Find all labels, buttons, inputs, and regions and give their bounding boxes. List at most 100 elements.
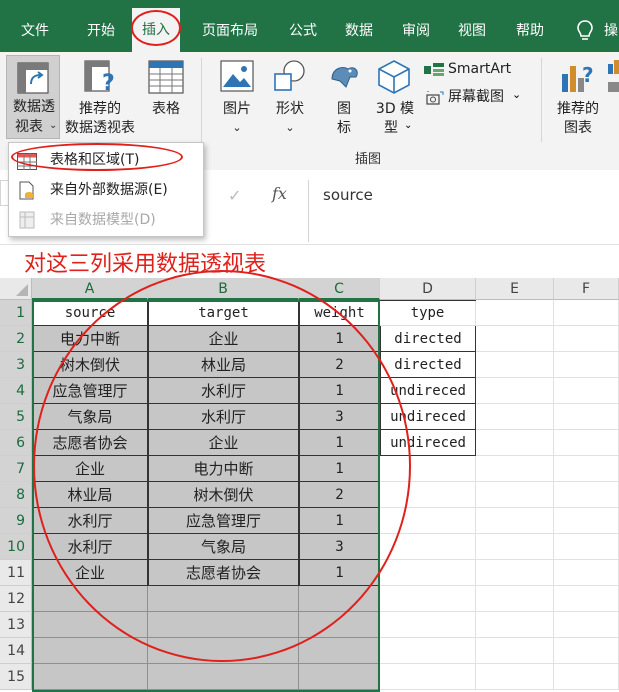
sheet-cell[interactable]: [148, 586, 299, 612]
sheet-cell[interactable]: [476, 300, 554, 326]
sheet-cell[interactable]: 1: [299, 378, 380, 404]
lightbulb-icon[interactable]: [576, 20, 594, 46]
sheet-cell[interactable]: [299, 586, 380, 612]
sheet-cell[interactable]: [476, 664, 554, 690]
row-header[interactable]: 7: [0, 456, 32, 482]
sheet-cell[interactable]: [476, 586, 554, 612]
sheet-cell[interactable]: [380, 560, 476, 586]
row-header[interactable]: 1: [0, 300, 32, 326]
sheet-cell[interactable]: [380, 508, 476, 534]
sheet-cell[interactable]: [380, 482, 476, 508]
sheet-cell[interactable]: [148, 664, 299, 690]
row-header[interactable]: 11: [0, 560, 32, 586]
sheet-cell[interactable]: [32, 664, 148, 690]
sheet-cell[interactable]: [299, 664, 380, 690]
tab-review[interactable]: 审阅: [391, 0, 441, 52]
row-header[interactable]: 4: [0, 378, 32, 404]
sheet-cell[interactable]: [554, 612, 619, 638]
recommended-charts-button[interactable]: ? 推荐的 图表: [550, 56, 606, 140]
sheet-cell[interactable]: 林业局: [32, 482, 148, 508]
sheet-cell[interactable]: [476, 404, 554, 430]
sheet-cell[interactable]: 应急管理厅: [148, 508, 299, 534]
sheet-cell[interactable]: [148, 638, 299, 664]
sheet-cell[interactable]: 企业: [148, 430, 299, 456]
header-cell[interactable]: type: [380, 300, 476, 326]
sheet-cell[interactable]: 1: [299, 456, 380, 482]
row-header[interactable]: 13: [0, 612, 32, 638]
sheet-cell[interactable]: [554, 456, 619, 482]
sheet-cell[interactable]: [380, 456, 476, 482]
row-header[interactable]: 2: [0, 326, 32, 352]
sheet-cell[interactable]: 1: [299, 430, 380, 456]
sheet-cell[interactable]: [554, 586, 619, 612]
sheet-cell[interactable]: 企业: [32, 560, 148, 586]
sheet-cell[interactable]: 树木倒伏: [32, 352, 148, 378]
sheet-cell[interactable]: 1: [299, 560, 380, 586]
sheet-cell[interactable]: [32, 586, 148, 612]
fx-icon[interactable]: fx: [272, 184, 287, 203]
tab-help[interactable]: 帮助: [505, 0, 555, 52]
sheet-cell[interactable]: 气象局: [148, 534, 299, 560]
sheet-cell[interactable]: [554, 560, 619, 586]
sheet-cell[interactable]: [554, 352, 619, 378]
column-header-a[interactable]: A: [32, 278, 148, 300]
screenshot-button[interactable]: 屏幕截图 ⌄: [424, 88, 534, 108]
sheet-cell[interactable]: 3: [299, 404, 380, 430]
tab-page-layout[interactable]: 页面布局: [190, 0, 270, 52]
smartart-button[interactable]: SmartArt: [424, 60, 534, 80]
sheet-cell[interactable]: [476, 430, 554, 456]
sheet-cell[interactable]: [476, 352, 554, 378]
row-header[interactable]: 9: [0, 508, 32, 534]
sheet-cell[interactable]: 水利厅: [32, 534, 148, 560]
sheet-cell[interactable]: [554, 326, 619, 352]
header-cell[interactable]: source: [32, 300, 148, 326]
sheet-cell[interactable]: [32, 638, 148, 664]
table-button[interactable]: 表格: [142, 56, 190, 140]
column-header-f[interactable]: F: [554, 278, 619, 300]
select-all-corner[interactable]: [0, 278, 32, 300]
sheet-cell[interactable]: 志愿者协会: [32, 430, 148, 456]
row-header[interactable]: 10: [0, 534, 32, 560]
sheet-cell[interactable]: [476, 534, 554, 560]
sheet-cell[interactable]: [554, 638, 619, 664]
sheet-cell[interactable]: [380, 612, 476, 638]
sheet-cell[interactable]: [476, 638, 554, 664]
pivot-table-button[interactable]: 数据透 视表 ⌄: [6, 55, 60, 139]
sheet-cell[interactable]: [554, 404, 619, 430]
shapes-button[interactable]: 形状 ⌄: [266, 56, 314, 140]
chart-column-icon[interactable]: [608, 60, 619, 98]
recommended-pivot-button[interactable]: ? 推荐的 数据透视表: [62, 56, 138, 140]
tab-tell-me[interactable]: 操: [604, 0, 619, 52]
sheet-cell[interactable]: 3: [299, 534, 380, 560]
sheet-cell[interactable]: directed: [380, 326, 476, 352]
sheet-cell[interactable]: [554, 534, 619, 560]
sheet-cell[interactable]: 1: [299, 326, 380, 352]
row-header[interactable]: 3: [0, 352, 32, 378]
tab-file[interactable]: 文件: [10, 0, 60, 52]
sheet-cell[interactable]: [554, 664, 619, 690]
row-header[interactable]: 6: [0, 430, 32, 456]
sheet-cell[interactable]: undireced: [380, 430, 476, 456]
sheet-cell[interactable]: [476, 612, 554, 638]
column-header-d[interactable]: D: [380, 278, 476, 300]
row-header[interactable]: 8: [0, 482, 32, 508]
sheet-cell[interactable]: [148, 612, 299, 638]
pictures-button[interactable]: 图片 ⌄: [214, 56, 260, 140]
sheet-cell[interactable]: [32, 612, 148, 638]
sheet-cell[interactable]: undireced: [380, 378, 476, 404]
row-header[interactable]: 12: [0, 586, 32, 612]
column-header-b[interactable]: B: [148, 278, 299, 300]
sheet-cell[interactable]: undireced: [380, 404, 476, 430]
sheet-cell[interactable]: 水利厅: [148, 404, 299, 430]
sheet-cell[interactable]: [380, 586, 476, 612]
sheet-cell[interactable]: [476, 456, 554, 482]
sheet-cell[interactable]: [476, 482, 554, 508]
sheet-cell[interactable]: [476, 560, 554, 586]
row-header[interactable]: 14: [0, 638, 32, 664]
sheet-cell[interactable]: [476, 378, 554, 404]
sheet-cell[interactable]: 电力中断: [32, 326, 148, 352]
menu-item-external-source[interactable]: 来自外部数据源(E): [9, 176, 203, 204]
sheet-cell[interactable]: [476, 508, 554, 534]
sheet-cell[interactable]: 企业: [32, 456, 148, 482]
sheet-cell[interactable]: 1: [299, 508, 380, 534]
